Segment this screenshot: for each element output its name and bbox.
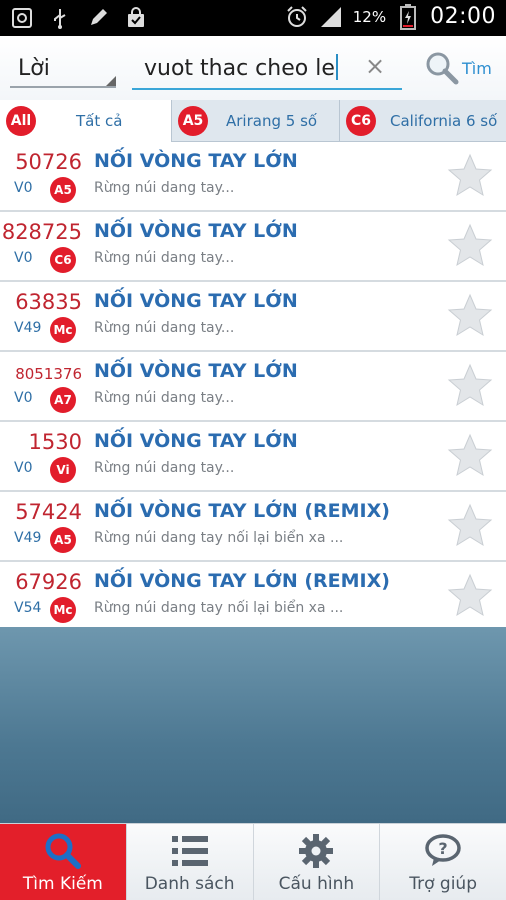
nav-search[interactable]: Tìm Kiếm xyxy=(0,824,127,900)
song-title: NỐI VÒNG TAY LỚN xyxy=(94,360,298,382)
source-badge-icon: A7 xyxy=(50,387,76,413)
song-version: V49 xyxy=(14,320,42,336)
favorite-star-icon[interactable] xyxy=(446,222,494,270)
nav-label: Cấu hình xyxy=(278,874,355,894)
song-lyric: Rừng núi dang tay... xyxy=(94,180,235,196)
song-title: NỐI VÒNG TAY LỚN (REMIX) xyxy=(94,570,390,592)
search-button-label: Tìm xyxy=(462,58,492,78)
nav-list[interactable]: Danh sách xyxy=(127,824,254,900)
text-cursor xyxy=(335,54,338,80)
song-code: 8051376 xyxy=(15,365,82,383)
results-list: 50726 V0 A5 NỐI VÒNG TAY LỚN Rừng núi da… xyxy=(0,142,506,632)
bottom-navigation: Tìm Kiếm Danh sách Cấu hình ? Trợ giúp xyxy=(0,823,506,900)
favorite-star-icon[interactable] xyxy=(446,292,494,340)
song-title: NỐI VÒNG TAY LỚN xyxy=(94,150,298,172)
source-badge-icon: Mc xyxy=(50,317,76,343)
song-title: NỐI VÒNG TAY LỚN xyxy=(94,290,298,312)
help-icon: ? xyxy=(423,832,463,870)
tab-california[interactable]: C6 California 6 số xyxy=(340,100,506,142)
alarm-icon xyxy=(285,5,309,29)
search-input[interactable]: vuot thac cheo le xyxy=(132,46,402,90)
gallery-icon xyxy=(10,6,34,30)
song-lyric: Rừng núi dang tay... xyxy=(94,250,235,266)
shopping-bag-icon xyxy=(124,6,148,30)
source-badge-icon: C6 xyxy=(50,247,76,273)
song-version: V0 xyxy=(14,250,33,266)
usb-icon xyxy=(48,6,72,30)
tab-label: Tất cả xyxy=(76,112,123,130)
clear-search-button[interactable]: × xyxy=(363,54,387,78)
battery-icon xyxy=(396,3,420,30)
tab-label: California 6 số xyxy=(390,112,498,130)
song-lyric: Rừng núi dang tay... xyxy=(94,320,235,336)
tab-arirang[interactable]: A5 Arirang 5 số xyxy=(172,100,340,142)
nav-label: Tìm Kiếm xyxy=(22,874,103,894)
gear-icon xyxy=(296,832,336,870)
search-mode-label: Lời xyxy=(18,56,50,81)
song-version: V0 xyxy=(14,390,33,406)
nav-help[interactable]: ? Trợ giúp xyxy=(380,824,506,900)
song-version: V54 xyxy=(14,600,42,616)
song-code: 67926 xyxy=(15,570,82,594)
dropdown-caret-icon xyxy=(106,76,116,86)
tab-all[interactable]: All Tất cả xyxy=(0,100,172,142)
song-code: 57424 xyxy=(15,500,82,524)
song-lyric: Rừng núi dang tay nối lại biển xa ... xyxy=(94,530,344,546)
favorite-star-icon[interactable] xyxy=(446,502,494,550)
nav-label: Trợ giúp xyxy=(409,874,477,894)
svg-text:?: ? xyxy=(438,839,447,858)
song-title: NỐI VÒNG TAY LỚN (REMIX) xyxy=(94,500,390,522)
song-version: V49 xyxy=(14,530,42,546)
nav-label: Danh sách xyxy=(144,874,235,894)
search-query-text: vuot thac cheo le xyxy=(144,56,335,81)
search-icon xyxy=(43,832,83,870)
battery-percent: 12% xyxy=(352,7,387,26)
list-item[interactable]: 50726 V0 A5 NỐI VÒNG TAY LỚN Rừng núi da… xyxy=(0,142,506,212)
source-badge-icon: Mc xyxy=(50,597,76,623)
song-code: 50726 xyxy=(15,150,82,174)
badge-a5-icon: A5 xyxy=(178,106,208,136)
source-badge-icon: A5 xyxy=(50,177,76,203)
search-icon xyxy=(426,52,459,85)
clock: 02:00 xyxy=(430,4,496,29)
list-item[interactable]: 1530 V0 Vi NỐI VÒNG TAY LỚN Rừng núi dan… xyxy=(0,422,506,492)
song-lyric: Rừng núi dang tay... xyxy=(94,390,235,406)
list-item[interactable]: 57424 V49 A5 NỐI VÒNG TAY LỚN (REMIX) Rừ… xyxy=(0,492,506,562)
source-badge-icon: Vi xyxy=(50,457,76,483)
search-header: Lời vuot thac cheo le × Tìm xyxy=(0,36,506,100)
favorite-star-icon[interactable] xyxy=(446,362,494,410)
song-title: NỐI VÒNG TAY LỚN xyxy=(94,430,298,452)
favorite-star-icon[interactable] xyxy=(446,572,494,620)
badge-all-icon: All xyxy=(6,106,36,136)
song-version: V0 xyxy=(14,180,33,196)
list-icon xyxy=(170,832,210,870)
list-item[interactable]: 63835 V49 Mc NỐI VÒNG TAY LỚN Rừng núi d… xyxy=(0,282,506,352)
favorite-star-icon[interactable] xyxy=(446,152,494,200)
favorite-star-icon[interactable] xyxy=(446,432,494,480)
list-item[interactable]: 67926 V54 Mc NỐI VÒNG TAY LỚN (REMIX) Rừ… xyxy=(0,562,506,632)
song-code: 828725 xyxy=(1,220,82,244)
status-bar: 12% 02:00 xyxy=(0,0,506,36)
song-lyric: Rừng núi dang tay... xyxy=(94,460,235,476)
list-item[interactable]: 828725 V0 C6 NỐI VÒNG TAY LỚN Rừng núi d… xyxy=(0,212,506,282)
song-code: 1530 xyxy=(28,430,82,454)
list-empty-background xyxy=(0,627,506,823)
search-mode-dropdown[interactable]: Lời xyxy=(10,48,116,88)
list-item[interactable]: 8051376 V0 A7 NỐI VÒNG TAY LỚN Rừng núi … xyxy=(0,352,506,422)
nav-settings[interactable]: Cấu hình xyxy=(254,824,381,900)
badge-c6-icon: C6 xyxy=(346,106,376,136)
pencil-icon xyxy=(86,6,110,30)
song-code: 63835 xyxy=(15,290,82,314)
signal-icon xyxy=(319,5,343,29)
category-tabs: All Tất cả A5 Arirang 5 số C6 California… xyxy=(0,100,506,142)
tab-label: Arirang 5 số xyxy=(226,112,318,130)
song-version: V0 xyxy=(14,460,33,476)
search-button[interactable]: Tìm xyxy=(424,46,492,90)
source-badge-icon: A5 xyxy=(50,527,76,553)
song-lyric: Rừng núi dang tay nối lại biển xa ... xyxy=(94,600,344,616)
song-title: NỐI VÒNG TAY LỚN xyxy=(94,220,298,242)
